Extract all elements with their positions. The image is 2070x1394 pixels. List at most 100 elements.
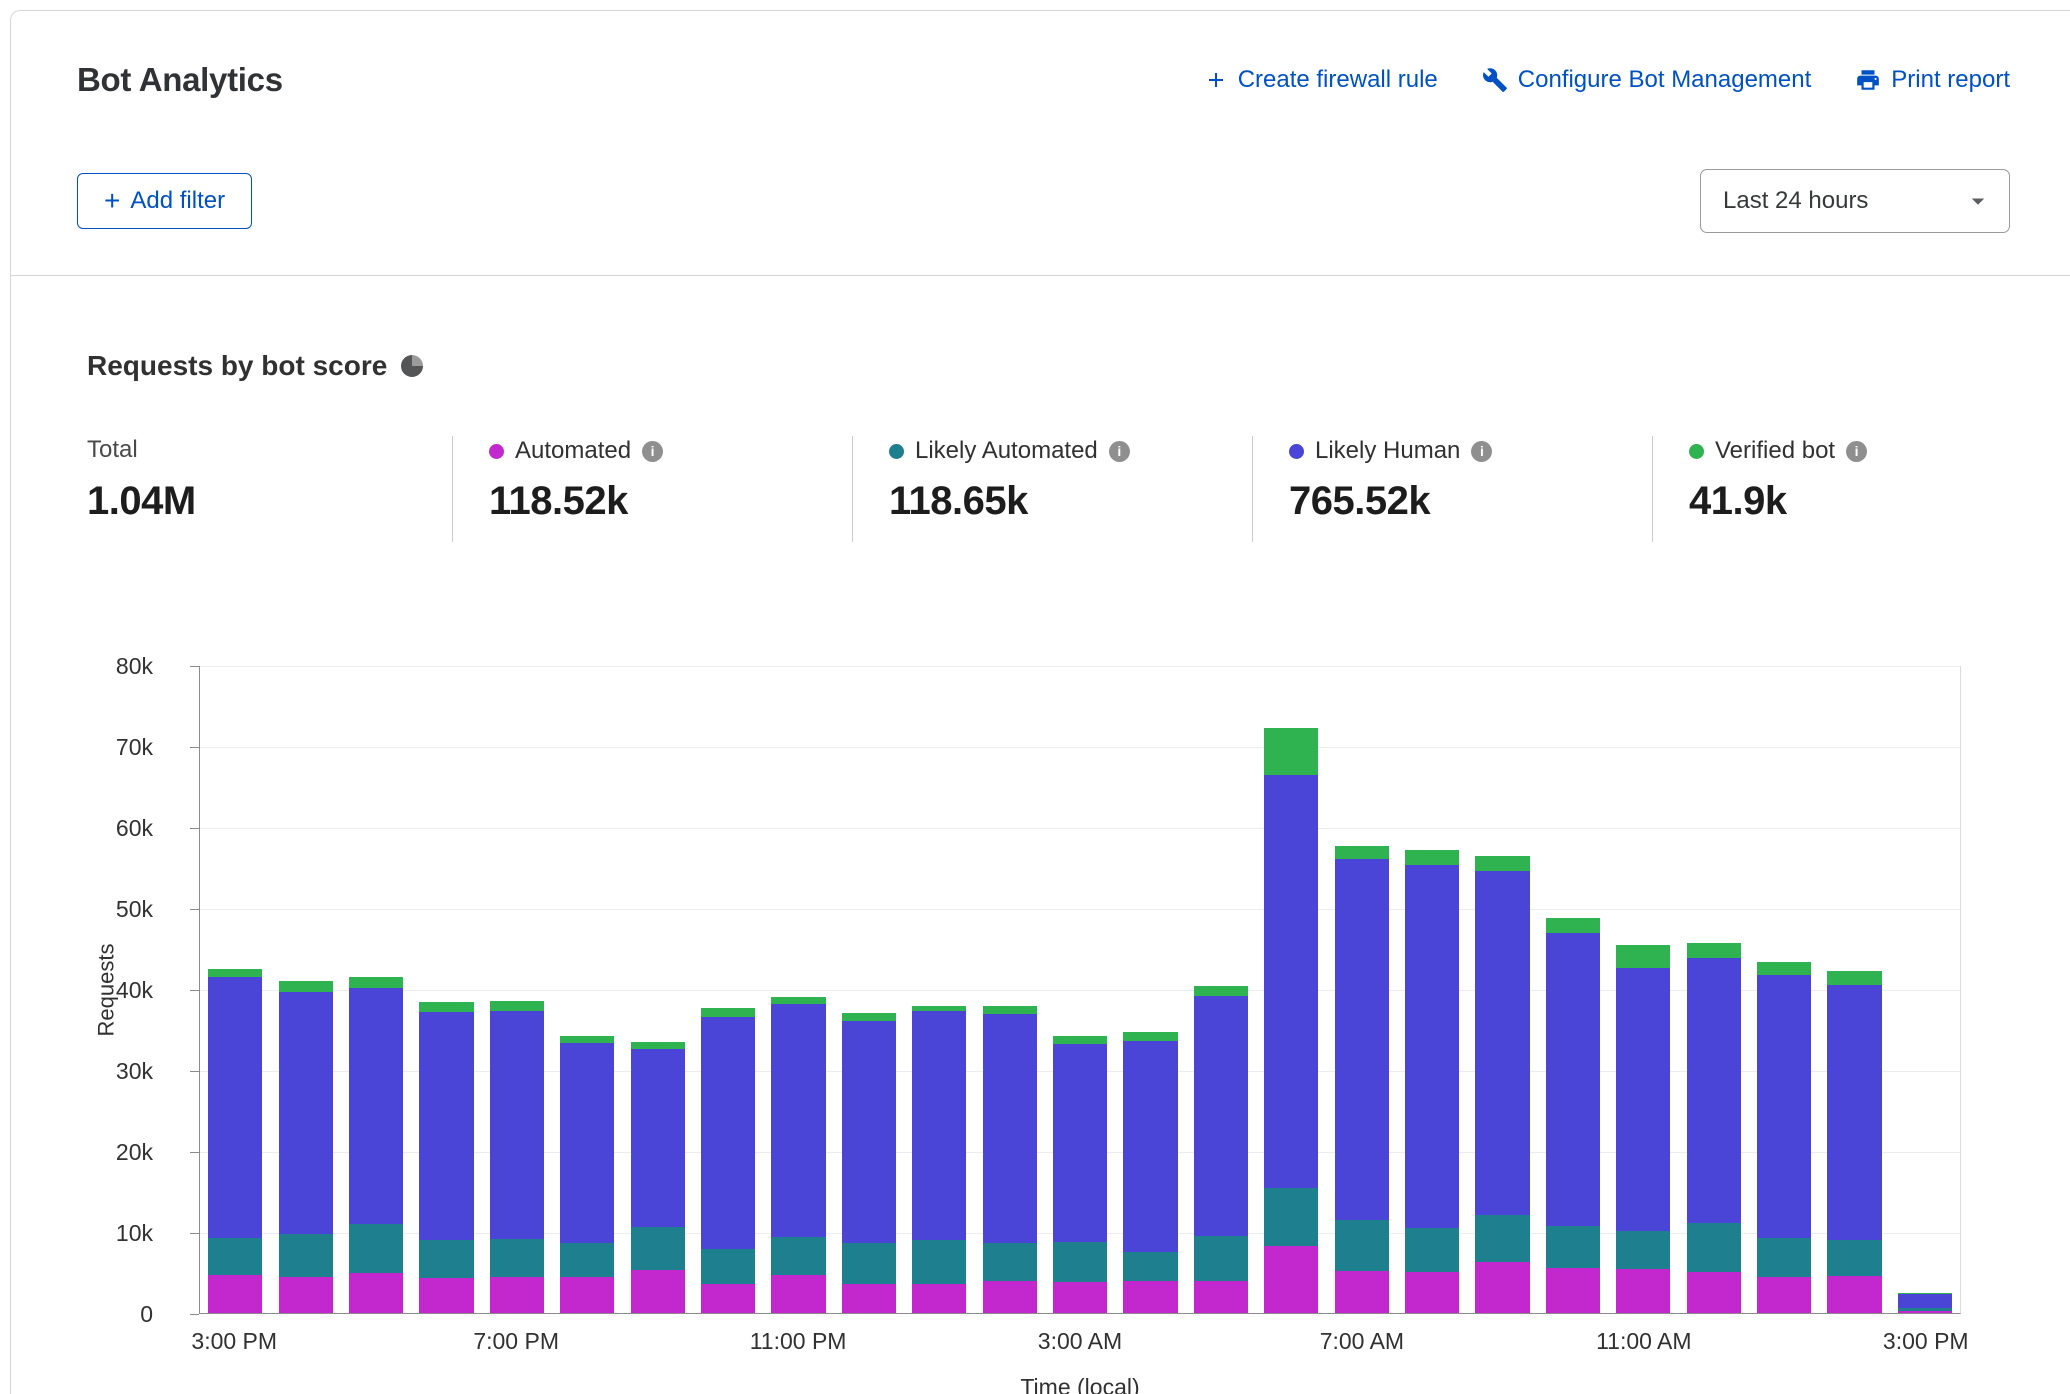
bar-segment-automated [1687, 1272, 1741, 1313]
info-icon[interactable]: i [1471, 441, 1492, 462]
bar-segment-automated [349, 1273, 403, 1313]
stat-likely-automated: Likely Automated i 118.65k [852, 436, 1252, 542]
stacked-bar[interactable] [1335, 666, 1389, 1313]
bar-segment-automated [1194, 1281, 1248, 1313]
bar-slot [622, 666, 692, 1313]
bar-segment-automated [983, 1281, 1037, 1313]
stat-value: 765.52k [1289, 479, 1652, 524]
section-title: Requests by bot score [87, 350, 387, 382]
bar-segment-likely-human [1616, 968, 1670, 1231]
info-icon[interactable]: i [1846, 441, 1867, 462]
stacked-bar[interactable] [983, 666, 1037, 1313]
bar-segment-automated [1827, 1276, 1881, 1313]
bar-segment-verified-bot [1405, 850, 1459, 865]
bar-segment-verified-bot [1335, 846, 1389, 860]
plus-icon: + [104, 189, 120, 213]
y-tick-mark [190, 1152, 199, 1153]
stacked-bar[interactable] [1616, 666, 1670, 1313]
bar-segment-likely-automated [1405, 1228, 1459, 1272]
stacked-bar[interactable] [1757, 666, 1811, 1313]
print-report-link[interactable]: Print report [1855, 66, 2010, 94]
stacked-bar[interactable] [1898, 666, 1952, 1313]
legend-dot [489, 444, 504, 459]
bar-segment-likely-automated [701, 1249, 755, 1284]
header: Bot Analytics Create firewall rule Confi… [11, 11, 2070, 276]
configure-bot-management-link[interactable]: Configure Bot Management [1482, 66, 1812, 94]
bar-segment-automated [1898, 1311, 1952, 1313]
bar-segment-verified-bot [1194, 986, 1248, 997]
x-tick-label: 11:00 PM [708, 1328, 888, 1355]
legend-dot [1289, 444, 1304, 459]
stacked-bar[interactable] [842, 666, 896, 1313]
stacked-bar[interactable] [1123, 666, 1177, 1313]
stacked-bar[interactable] [1194, 666, 1248, 1313]
stacked-bar[interactable] [631, 666, 685, 1313]
stacked-bar[interactable] [1827, 666, 1881, 1313]
stat-label: Verified bot [1715, 437, 1835, 465]
bar-segment-automated [1053, 1282, 1107, 1313]
stat-value: 118.65k [889, 479, 1252, 524]
stacked-bar[interactable] [771, 666, 825, 1313]
bar-segment-verified-bot [419, 1002, 473, 1012]
bar-segment-likely-human [631, 1049, 685, 1227]
stacked-bar[interactable] [419, 666, 473, 1313]
create-firewall-rule-link[interactable]: Create firewall rule [1204, 66, 1438, 94]
stacked-bar[interactable] [912, 666, 966, 1313]
bar-segment-likely-human [1123, 1041, 1177, 1251]
bar-segment-likely-human [912, 1011, 966, 1240]
stacked-bar[interactable] [1475, 666, 1529, 1313]
time-range-select[interactable]: Last 24 hours [1700, 169, 2010, 233]
info-icon[interactable]: i [1109, 441, 1130, 462]
stat-label: Likely Automated [915, 437, 1098, 465]
bar-segment-likely-automated [1335, 1220, 1389, 1271]
bar-segment-verified-bot [349, 977, 403, 988]
bar-segment-automated [560, 1277, 614, 1313]
y-tick-label: 60k [87, 814, 153, 842]
stacked-bar[interactable] [1053, 666, 1107, 1313]
stacked-bar[interactable] [490, 666, 544, 1313]
bar-slot [482, 666, 552, 1313]
bar-segment-automated [208, 1275, 262, 1313]
stacked-bar[interactable] [279, 666, 333, 1313]
stacked-bar[interactable] [560, 666, 614, 1313]
y-tick-label: 0 [87, 1300, 153, 1328]
stacked-bar[interactable] [349, 666, 403, 1313]
bar-segment-likely-human [1053, 1044, 1107, 1242]
bar-segment-likely-automated [490, 1239, 544, 1277]
stat-value: 41.9k [1689, 479, 2052, 524]
bar-slot [1256, 666, 1326, 1313]
bar-segment-likely-automated [842, 1243, 896, 1283]
bar-slot [1045, 666, 1115, 1313]
stacked-bar[interactable] [1405, 666, 1459, 1313]
bar-slot [693, 666, 763, 1313]
info-icon[interactable]: i [642, 441, 663, 462]
bar-segment-automated [912, 1284, 966, 1313]
plot-area[interactable] [199, 666, 1961, 1314]
bar-segment-verified-bot [560, 1036, 614, 1043]
bar-slot [200, 666, 270, 1313]
legend-dot [889, 444, 904, 459]
x-axis-title: Time (local) [199, 1374, 1961, 1394]
x-tick-label: 3:00 AM [990, 1328, 1170, 1355]
stacked-bar[interactable] [1546, 666, 1600, 1313]
content: Requests by bot score Total 1.04M Automa… [11, 350, 2070, 1394]
bar-segment-automated [419, 1278, 473, 1313]
stacked-bar[interactable] [1687, 666, 1741, 1313]
add-filter-button[interactable]: + Add filter [77, 173, 252, 229]
bar-segment-verified-bot [279, 981, 333, 992]
stacked-bar[interactable] [701, 666, 755, 1313]
bar-segment-likely-automated [1475, 1215, 1529, 1262]
stat-label: Likely Human [1315, 437, 1460, 465]
stats-row: Total 1.04M Automated i 118.52k Likely A… [87, 436, 2070, 542]
x-tick-label: 7:00 PM [426, 1328, 606, 1355]
y-tick-mark [190, 1071, 199, 1072]
y-tick-label: 40k [87, 976, 153, 1004]
stacked-bar[interactable] [1264, 666, 1318, 1313]
stacked-bar[interactable] [208, 666, 262, 1313]
bar-segment-verified-bot [701, 1008, 755, 1017]
stat-value: 118.52k [489, 479, 852, 524]
y-tick-label: 50k [87, 895, 153, 923]
bar-segment-verified-bot [1827, 971, 1881, 985]
bar-segment-likely-human [560, 1043, 614, 1243]
y-tick-mark [190, 1233, 199, 1234]
